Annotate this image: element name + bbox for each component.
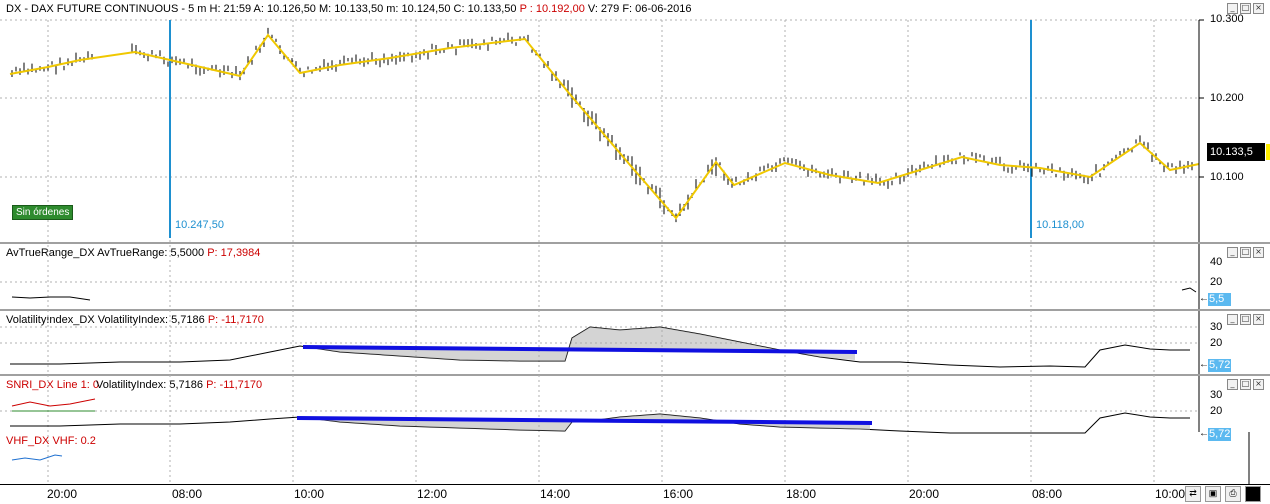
x-tick: 12:00: [417, 487, 448, 501]
price-axis: [1198, 19, 1204, 242]
price-box-indicator: [1266, 144, 1270, 160]
x-tick: 10:00: [294, 487, 325, 501]
atr-line-2: [1181, 287, 1197, 293]
x-tick: 14:00: [540, 487, 571, 501]
marker-label-left: 10.247,50: [175, 219, 224, 231]
price-tick-10100: 10.100: [1210, 171, 1244, 183]
chart-graphics: [0, 19, 1250, 484]
x-tick: 08:00: [1032, 487, 1063, 501]
gridlines: [0, 19, 1199, 484]
snri-value-box: 5,72: [1208, 428, 1231, 441]
volatility-value-box: 5,72: [1208, 359, 1231, 372]
zigzag-line: [9, 33, 1200, 220]
volatility-tick-20: 20: [1210, 337, 1223, 349]
cursor-icon[interactable]: ⇄: [1185, 486, 1201, 502]
x-tick: 08:00: [172, 487, 203, 501]
current-price-value: 10.133,5: [1210, 146, 1253, 158]
status-toolbar: ⇄ ▣ ⎙: [1185, 486, 1261, 502]
snri-tick-20: 20: [1210, 405, 1223, 417]
print-icon[interactable]: ⎙: [1225, 486, 1241, 502]
volatility-shade: [305, 327, 855, 361]
x-tick: 10:00: [1155, 487, 1186, 501]
atr-tick-20: 20: [1210, 276, 1223, 288]
orders-badge[interactable]: Sin órdenes: [12, 205, 74, 220]
save-icon[interactable]: ▣: [1205, 486, 1221, 502]
price-bars: [11, 27, 1193, 223]
color-icon[interactable]: [1245, 486, 1261, 502]
volatility-tick-30: 30: [1210, 321, 1223, 333]
price-tick-10200: 10.200: [1210, 92, 1244, 104]
price-tick-10300: 10.300: [1210, 13, 1244, 25]
snri-tick-30: 30: [1210, 389, 1223, 401]
current-price-box: 10.133,5: [1207, 143, 1270, 161]
snri-mini-red: [11, 398, 96, 407]
x-tick: 20:00: [47, 487, 78, 501]
x-tick: 16:00: [663, 487, 694, 501]
atr-line: [11, 296, 91, 301]
marker-label-right: 10.118,00: [1036, 219, 1085, 231]
x-tick: 18:00: [786, 487, 817, 501]
vhf-mini-line: [11, 454, 63, 461]
atr-tick-40: 40: [1210, 256, 1223, 268]
x-tick: 20:00: [909, 487, 940, 501]
atr-value-box: 5,5: [1208, 293, 1231, 306]
snri-volatility-line: [10, 412, 1190, 434]
